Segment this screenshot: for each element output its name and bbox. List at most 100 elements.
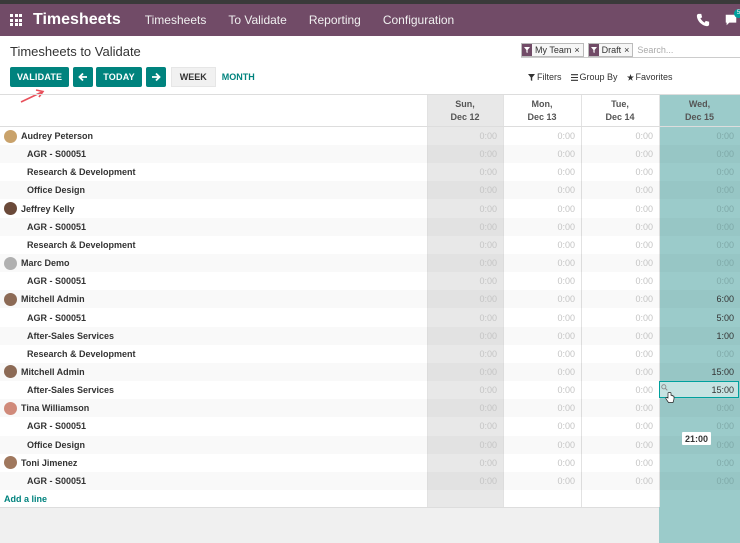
row-label-text: Jeffrey Kelly bbox=[21, 203, 75, 214]
time-cell[interactable]: 0:00 bbox=[503, 240, 581, 250]
search-input[interactable] bbox=[637, 44, 698, 55]
time-cell[interactable]: 0:00 bbox=[659, 476, 740, 486]
time-cell[interactable]: 0:00 bbox=[581, 440, 659, 450]
group-by-label: Group By bbox=[579, 72, 618, 82]
time-cell[interactable]: 0:00 bbox=[581, 240, 659, 250]
chat-icon[interactable]: 5 bbox=[724, 9, 740, 27]
time-cell[interactable]: 0:00 bbox=[659, 240, 740, 250]
time-cell[interactable]: 0:00 bbox=[581, 385, 659, 395]
task-label: Office Design bbox=[27, 185, 85, 195]
phone-icon[interactable] bbox=[696, 13, 710, 27]
filters-dropdown[interactable]: Filters bbox=[528, 72, 562, 82]
time-cell[interactable]: 0:00 bbox=[427, 440, 503, 450]
time-cell[interactable]: 0:00 bbox=[427, 331, 503, 341]
facet-my-team[interactable]: My Team × bbox=[521, 42, 584, 57]
time-cell[interactable]: 0:00 bbox=[581, 476, 659, 486]
time-cell[interactable]: 1:00 bbox=[659, 331, 740, 341]
row-label-text: Mitchell Admin bbox=[21, 294, 85, 305]
time-cell[interactable]: 0:00 bbox=[427, 313, 503, 323]
time-cell[interactable]: 0:00 bbox=[503, 385, 581, 395]
time-cell[interactable]: 0:00 bbox=[427, 149, 503, 159]
time-cell[interactable]: 0:00 bbox=[581, 222, 659, 232]
group-by-dropdown[interactable]: Group By bbox=[570, 72, 618, 82]
today-button[interactable]: TODAY bbox=[96, 67, 142, 87]
week-button[interactable]: WEEK bbox=[170, 67, 216, 87]
time-cell[interactable]: 5:00 bbox=[659, 313, 740, 323]
time-cell[interactable]: 0:00 bbox=[659, 222, 740, 232]
time-cell: 0:00 bbox=[557, 366, 575, 377]
menu-reporting[interactable]: Reporting bbox=[309, 13, 361, 27]
menu-to-validate[interactable]: To Validate bbox=[228, 13, 286, 27]
time-cell: 0:00 bbox=[716, 457, 734, 468]
avatar bbox=[4, 256, 17, 270]
validate-button[interactable]: VALIDATE bbox=[10, 67, 70, 87]
time-cell[interactable]: 0:00 bbox=[503, 440, 581, 450]
time-cell[interactable]: 0:00 bbox=[659, 276, 740, 286]
column-header: Wed, Dec 15 bbox=[659, 95, 740, 127]
time-cell[interactable]: 0:00 bbox=[427, 240, 503, 250]
time-cell[interactable]: 0:00 bbox=[503, 276, 581, 286]
header-day: Sun, bbox=[455, 99, 475, 109]
table-row: Jeffrey Kelly 0:00 0:00 0:00 0:00 bbox=[0, 200, 740, 218]
apps-menu-icon[interactable] bbox=[10, 14, 22, 26]
column-header: Mon, Dec 13 bbox=[503, 95, 581, 127]
time-cell[interactable]: 0:00 bbox=[503, 313, 581, 323]
time-cell[interactable]: 0:00 bbox=[503, 167, 581, 177]
arrow-right-icon bbox=[151, 72, 161, 82]
time-cell[interactable]: 0:00 bbox=[581, 167, 659, 177]
time-cell[interactable]: 0:00 bbox=[503, 421, 581, 431]
time-cell[interactable]: 0:00 bbox=[659, 421, 740, 431]
time-cell[interactable]: 0:00 bbox=[503, 185, 581, 195]
time-cell[interactable]: 0:00 bbox=[581, 276, 659, 286]
time-cell[interactable]: 0:00 bbox=[659, 185, 740, 195]
time-cell[interactable]: 0:00 bbox=[581, 331, 659, 341]
column-header: Sun, Dec 12 bbox=[427, 95, 503, 127]
time-cell[interactable]: 0:00 bbox=[581, 149, 659, 159]
header-day: Mon, bbox=[531, 99, 553, 109]
time-cell: 0:00 bbox=[635, 294, 653, 305]
add-line-link[interactable]: Add a line bbox=[4, 494, 47, 504]
search-bar[interactable]: My Team × Draft × bbox=[521, 42, 740, 58]
facet-draft[interactable]: Draft × bbox=[587, 42, 634, 57]
time-cell[interactable]: 0:00 bbox=[427, 349, 503, 359]
time-cell[interactable]: 0:00 bbox=[503, 349, 581, 359]
row-label-text: AGR - S00051 bbox=[27, 421, 87, 432]
time-cell[interactable]: 0:00 bbox=[503, 331, 581, 341]
time-cell[interactable]: 0:00 bbox=[427, 476, 503, 486]
favorites-dropdown[interactable]: Favorites bbox=[626, 72, 673, 82]
time-cell[interactable]: 0:00 bbox=[503, 476, 581, 486]
time-cell[interactable]: 0:00 bbox=[503, 222, 581, 232]
time-cell[interactable]: 0:00 bbox=[659, 167, 740, 177]
table-row: Audrey Peterson 0:00 0:00 0:00 0:00 bbox=[0, 127, 740, 145]
menu-timesheets[interactable]: Timesheets bbox=[145, 13, 207, 27]
time-cell: 0:00 bbox=[635, 258, 653, 269]
time-cell: 0:00 bbox=[479, 131, 497, 141]
time-cell[interactable]: 0:00 bbox=[659, 349, 740, 359]
time-cell[interactable]: 0:00 bbox=[581, 421, 659, 431]
row-label-text: Toni Jimenez bbox=[21, 457, 78, 468]
time-cell[interactable]: 0:00 bbox=[581, 185, 659, 195]
month-button[interactable]: MONTH bbox=[222, 72, 255, 82]
table-row: Tina Williamson 0:00 0:00 0:00 0:00 bbox=[0, 399, 740, 417]
facet-remove-icon[interactable]: × bbox=[624, 45, 632, 55]
time-cell[interactable]: 0:00 bbox=[581, 349, 659, 359]
row-label-text: Audrey Peterson bbox=[21, 131, 94, 141]
time-cell[interactable]: 0:00 bbox=[427, 222, 503, 232]
app-brand[interactable]: Timesheets bbox=[33, 11, 121, 29]
time-cell[interactable]: 0:00 bbox=[503, 149, 581, 159]
time-cell: 0:00 bbox=[479, 457, 497, 468]
time-cell[interactable]: 0:00 bbox=[659, 149, 740, 159]
time-cell[interactable]: 0:00 bbox=[427, 385, 503, 395]
facet-remove-icon[interactable]: × bbox=[574, 45, 582, 55]
task-label: AGR - S00051 bbox=[27, 149, 86, 159]
menu-configuration[interactable]: Configuration bbox=[383, 13, 454, 27]
time-cell[interactable]: 0:00 bbox=[427, 185, 503, 195]
table-row: Mitchell Admin 0:00 0:00 0:00 6:00 bbox=[0, 290, 740, 308]
time-cell[interactable]: 0:00 bbox=[427, 421, 503, 431]
next-button[interactable] bbox=[145, 67, 166, 87]
time-cell[interactable]: 0:00 bbox=[427, 167, 503, 177]
previous-button[interactable] bbox=[73, 67, 94, 87]
time-cell[interactable]: 0:00 bbox=[427, 276, 503, 286]
row-label-text: Mitchell Admin bbox=[21, 366, 85, 377]
time-cell[interactable]: 0:00 bbox=[581, 313, 659, 323]
